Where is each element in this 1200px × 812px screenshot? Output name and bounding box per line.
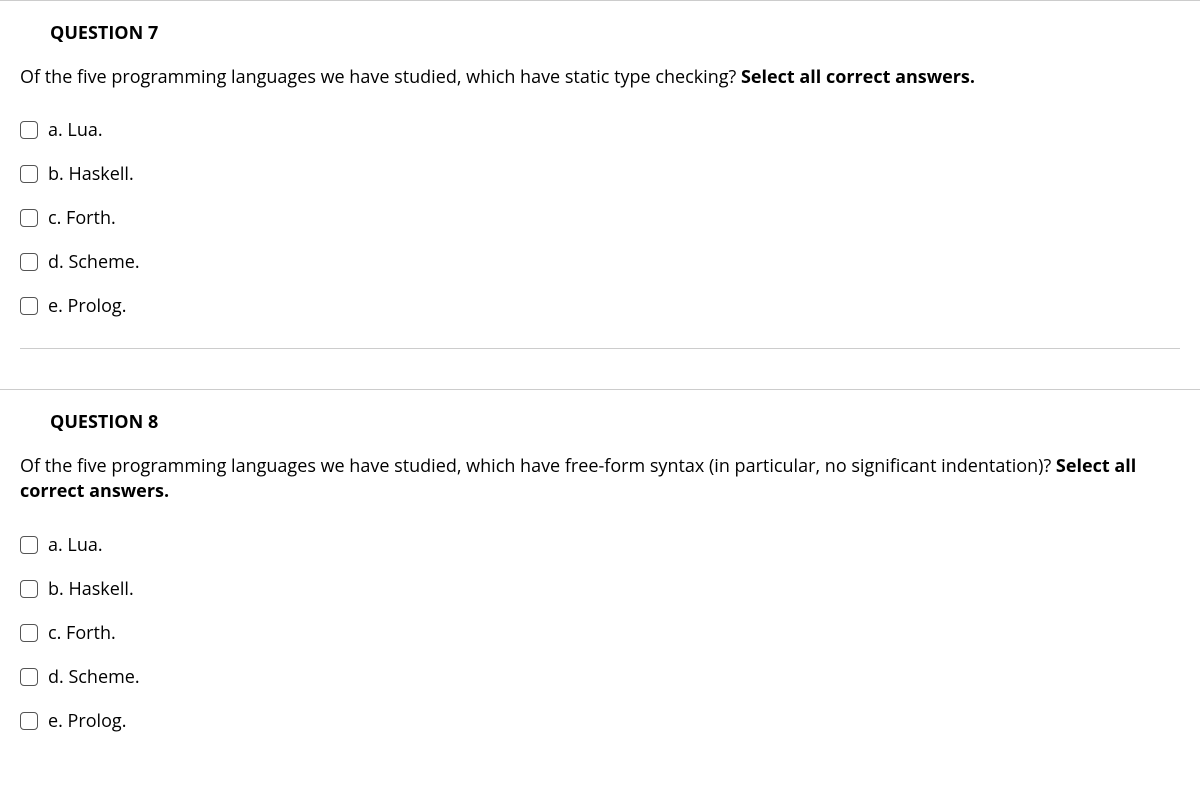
- options-list: a. Lua. b. Haskell. c. Forth. d. Scheme.…: [0, 108, 1200, 328]
- option-row: d. Scheme.: [20, 655, 1180, 699]
- checkbox-c[interactable]: [20, 624, 38, 642]
- option-label: c. Forth.: [48, 621, 116, 645]
- options-list: a. Lua. b. Haskell. c. Forth. d. Scheme.…: [0, 523, 1200, 743]
- option-row: e. Prolog.: [20, 699, 1180, 743]
- option-label: c. Forth.: [48, 206, 116, 230]
- option-row: b. Haskell.: [20, 567, 1180, 611]
- option-label: d. Scheme.: [48, 665, 140, 689]
- checkbox-e[interactable]: [20, 297, 38, 315]
- option-row: e. Prolog.: [20, 284, 1180, 328]
- option-label: a. Lua.: [48, 533, 103, 557]
- checkbox-d[interactable]: [20, 668, 38, 686]
- checkbox-c[interactable]: [20, 209, 38, 227]
- option-label: a. Lua.: [48, 118, 103, 142]
- option-row: c. Forth.: [20, 611, 1180, 655]
- option-label: d. Scheme.: [48, 250, 140, 274]
- checkbox-b[interactable]: [20, 165, 38, 183]
- option-row: a. Lua.: [20, 108, 1180, 152]
- checkbox-b[interactable]: [20, 580, 38, 598]
- option-row: a. Lua.: [20, 523, 1180, 567]
- checkbox-d[interactable]: [20, 253, 38, 271]
- option-label: b. Haskell.: [48, 577, 134, 601]
- option-label: e. Prolog.: [48, 294, 126, 318]
- checkbox-a[interactable]: [20, 121, 38, 139]
- checkbox-e[interactable]: [20, 712, 38, 730]
- option-row: c. Forth.: [20, 196, 1180, 240]
- option-label: e. Prolog.: [48, 709, 126, 733]
- prompt-bold: Select all correct answers.: [741, 65, 975, 89]
- separator: [20, 348, 1180, 349]
- prompt-text: Of the five programming languages we hav…: [20, 454, 1056, 478]
- question-block-7: QUESTION 7 Of the five programming langu…: [0, 0, 1200, 389]
- prompt-text: Of the five programming languages we hav…: [20, 65, 741, 89]
- option-row: d. Scheme.: [20, 240, 1180, 284]
- question-prompt: Of the five programming languages we hav…: [0, 454, 1200, 522]
- question-block-8: QUESTION 8 Of the five programming langu…: [0, 389, 1200, 782]
- option-row: b. Haskell.: [20, 152, 1180, 196]
- question-header: QUESTION 8: [0, 390, 1200, 454]
- question-prompt: Of the five programming languages we hav…: [0, 65, 1200, 108]
- checkbox-a[interactable]: [20, 536, 38, 554]
- option-label: b. Haskell.: [48, 162, 134, 186]
- question-header: QUESTION 7: [0, 1, 1200, 65]
